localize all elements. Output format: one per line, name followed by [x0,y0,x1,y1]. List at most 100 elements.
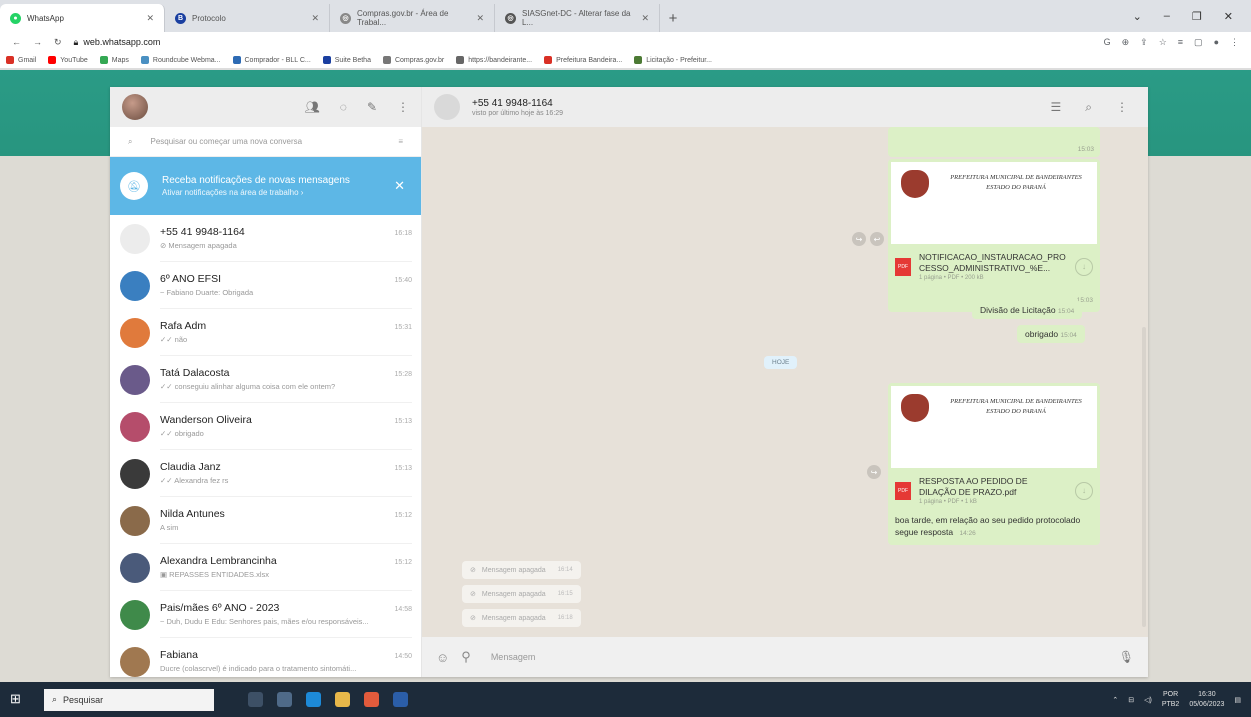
attach-icon[interactable]: ⚲ [461,649,471,665]
chat-item[interactable]: Nilda Antunes 15:12 A sim [110,497,422,544]
reading-list-icon[interactable]: ≡ [1178,37,1183,48]
tab-siasg[interactable]: ◎ SIASGnet-DC - Alterar fase da L... ✕ [495,4,660,32]
chat-item[interactable]: Tatá Dalacosta 15:28 ✓✓ conseguiu alinhar … [110,356,422,403]
close-icon[interactable]: ✕ [311,13,319,24]
chat-item[interactable]: Fabiana 14:50 Ducre (colascrvel) é indicad… [110,638,422,685]
bookmark-gmail[interactable]: Gmail [6,56,36,64]
edge-icon[interactable] [306,692,321,707]
keyboard-label: PTB2 [1161,700,1180,708]
message-input[interactable]: Mensagem [482,645,1107,669]
download-icon[interactable]: ↓ [1075,257,1093,276]
filter-icon[interactable]: ≡ [398,137,403,146]
menu-icon[interactable]: ⋮ [1116,100,1128,115]
task-view-icon[interactable] [248,692,263,707]
bookmark-comprador[interactable]: Comprador - BLL C... [232,56,311,64]
reload-icon[interactable]: ↻ [54,37,62,48]
sidepanel-icon[interactable]: ▢ [1194,37,1203,48]
sidebar-header-actions: 👥︎ ◌ ✎ ⋮ [305,100,409,114]
chat-item[interactable]: Claudia Janz 15:13 ✓✓ Alexandra fez rs [110,450,422,497]
file-explorer-icon[interactable] [335,692,350,707]
bookmark-maps[interactable]: Maps [99,56,129,64]
contact-avatar[interactable] [434,94,460,120]
forward-icon[interactable]: ↪ [867,465,881,479]
bookmark-compras[interactable]: Compras.gov.br [382,56,444,64]
network-icon[interactable]: ⊟ [1128,696,1134,704]
tab-label: SIASGnet-DC - Alterar fase da L... [522,9,631,27]
minimize-icon[interactable]: – [1164,10,1170,22]
avatar [120,270,150,301]
deleted-icon: ⊘ [470,567,476,574]
chat-name: +55 41 9948-1164 [160,226,245,238]
tray-chevron-icon[interactable]: ⌃ [1112,696,1118,704]
new-tab-button[interactable]: + [660,4,686,32]
clock[interactable]: 16:30 05/06/2023 [1189,690,1224,710]
document-message[interactable]: PREFEITURA MUNICIPAL DE BANDEIRANTES EST… [888,159,1100,313]
search-input[interactable]: Pesquisar ou começar uma nova conversa [150,137,302,146]
chat-item[interactable]: Wanderson Oliveira 15:13 ✓✓ obrigado [110,403,422,450]
new-chat-icon[interactable]: ✎ [367,100,377,114]
chat-item[interactable]: Alexandra Lembrancinha 15:12 ▣ REPASSES EN… [110,544,422,591]
tab-search-icon[interactable]: ⌄ [1133,10,1142,23]
status-icon[interactable]: ◌ [340,100,347,114]
volume-icon[interactable]: ◁) [1144,696,1152,704]
conversation-header[interactable]: +55 41 9948-1164 visto por último hoje à… [422,87,1148,127]
menu-icon[interactable]: ⋮ [1230,37,1239,48]
bookmark-roundcube[interactable]: Roundcube Webma... [140,56,221,64]
chat-item[interactable]: +55 41 9948-1164 16:18 ⊘ Mensagem apagada [110,215,422,262]
notifications-icon[interactable]: ▤ [1234,696,1241,704]
chat-list-icon[interactable]: ☰ [1051,100,1062,115]
bookmark-bandeirantes[interactable]: https://bandeirante... [456,56,532,64]
chat-item[interactable]: Pais/mães 6º ANO - 2023 14:58 ~ Duh, Dudu … [110,591,422,638]
communities-icon[interactable]: 👥︎ [305,100,320,114]
share-icon[interactable]: ⇪ [1140,37,1148,48]
word-icon[interactable] [393,692,408,707]
bookmark-youtube[interactable]: YouTube [48,56,88,64]
download-icon[interactable]: ↓ [1075,481,1093,500]
reply-icon[interactable]: ↩ [870,232,884,246]
tab-protocolo[interactable]: B Protocolo ✕ [165,4,330,32]
url-field[interactable]: 🔒︎ web.whatsapp.com [74,37,161,48]
message-time: 14:26 [959,529,976,537]
close-icon[interactable]: ✕ [394,178,411,194]
close-window-icon[interactable]: ✕ [1224,10,1233,23]
close-icon[interactable]: ✕ [641,13,649,24]
chat-item[interactable]: Rafa Adm 15:31 ✓✓ não [110,309,422,356]
bookmark-licitacao[interactable]: Licitação - Prefeitur... [634,56,712,64]
chat-item[interactable]: 6º ANO EFSI 15:40 ~ Fabiano Duarte: Obriga… [110,262,422,309]
close-icon[interactable]: ✕ [476,13,484,24]
bookmark-prefeitura[interactable]: Prefeitura Bandeira... [544,56,622,64]
forward-icon[interactable]: ↪ [852,232,866,246]
document-file[interactable]: PDF NOTIFICACAO_INSTAURACAO_PROCESSO_ADM… [891,244,1097,289]
star-icon[interactable]: ☆ [1159,37,1167,48]
search-bar[interactable]: ⌕ Pesquisar ou começar uma nova conversa… [110,127,421,157]
windows-start-icon[interactable]: ⊞ [10,691,28,709]
prefeitura-icon [544,56,553,64]
chrome-icon[interactable] [364,692,379,707]
search-icon[interactable]: ⌕ [1085,100,1092,115]
contact-info[interactable]: +55 41 9948-1164 visto por último hoje à… [472,98,563,117]
menu-icon[interactable]: ⋮ [397,100,409,114]
tab-whatsapp[interactable]: ● WhatsApp ✕ [0,4,165,32]
forward-icon[interactable]: → [33,37,42,47]
language-indicator[interactable]: POR PTB2 [1162,690,1180,710]
emoji-icon[interactable]: ☺ [436,650,449,665]
document-preview[interactable]: PREFEITURA MUNICIPAL DE BANDEIRANTES EST… [891,386,1097,468]
document-file[interactable]: PDF RESPOSTA AO PEDIDO DE DILAÇÃO DE PRA… [891,468,1097,513]
my-avatar[interactable] [122,94,148,120]
notification-banner[interactable]: 🔕︎ Receba notificações de novas mensagen… [110,157,421,215]
document-preview[interactable]: PREFEITURA MUNICIPAL DE BANDEIRANTES EST… [891,162,1097,244]
scrollbar[interactable] [1142,327,1146,627]
document-message[interactable]: PREFEITURA MUNICIPAL DE BANDEIRANTES EST… [888,383,1100,546]
mic-icon[interactable]: 🎙︎ [1119,650,1134,664]
bookmark-suite-betha[interactable]: Suite Betha [322,56,371,64]
tab-compras[interactable]: ◎ Compras.gov.br - Área de Trabal... ✕ [330,4,495,32]
restore-icon[interactable]: ❐ [1192,10,1202,23]
notification-link[interactable]: Ativar notificações na área de trabalho … [162,188,350,197]
taskbar-search[interactable]: ⌕ Pesquisar [44,688,214,711]
close-icon[interactable]: ✕ [146,13,154,24]
google-icon[interactable]: G [1104,37,1111,48]
profile-icon[interactable]: ● [1214,37,1219,48]
back-icon[interactable]: ← [12,37,21,47]
translate-icon[interactable]: ⊕ [1122,37,1130,48]
widgets-icon[interactable] [277,692,292,707]
